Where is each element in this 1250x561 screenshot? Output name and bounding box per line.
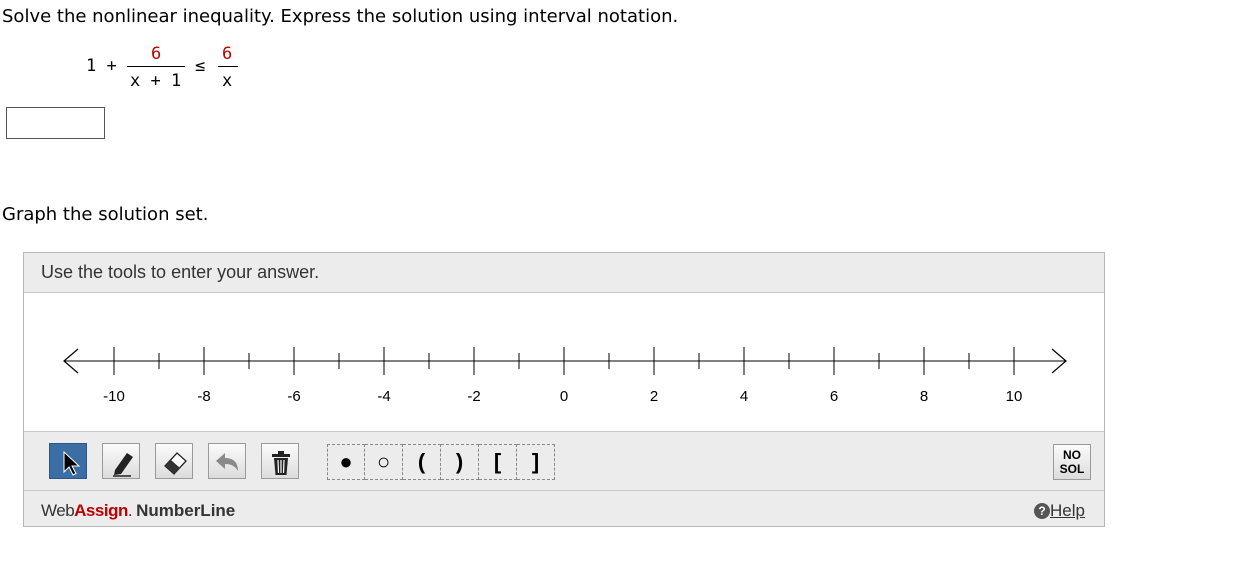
tick-marks: [113, 347, 1015, 375]
interval-answer-input[interactable]: [6, 107, 105, 139]
tick-label: 10: [1006, 388, 1023, 405]
tick-label: 2: [650, 388, 658, 405]
tick-label: -6: [287, 388, 300, 405]
lhs-denominator: x + 1: [130, 71, 182, 91]
pointer-icon: [63, 450, 81, 476]
lhs-term: 1 +: [86, 56, 117, 76]
lhs-fraction-bar: [127, 66, 185, 67]
toolbar: ● ○ ( ) [ ]: [24, 431, 1104, 491]
tick-label: -4: [377, 388, 390, 405]
right-bracket-mark[interactable]: ]: [517, 444, 555, 480]
no-solution-label-line1: NO: [1063, 448, 1081, 462]
tick-label: 8: [920, 388, 928, 405]
left-bracket-mark[interactable]: [: [479, 444, 517, 480]
tick-label: 6: [830, 388, 838, 405]
undo-tool-button[interactable]: [208, 443, 246, 479]
pointer-tool-button[interactable]: [49, 443, 87, 479]
lhs-numerator: 6: [151, 44, 162, 64]
no-solution-button[interactable]: NO SOL: [1053, 444, 1091, 480]
product-name: NumberLine: [136, 501, 236, 520]
no-solution-label-line2: SOL: [1059, 462, 1085, 476]
tick-label: -10: [103, 388, 125, 405]
delete-tool-button[interactable]: [261, 443, 299, 479]
pencil-tool-button[interactable]: [102, 443, 140, 479]
right-paren-mark[interactable]: ): [441, 444, 479, 480]
eraser-tool-button[interactable]: [155, 443, 193, 479]
rhs-fraction-bar: [218, 66, 238, 67]
webassign-logo: WebAssign. NumberLine: [41, 501, 236, 520]
instruction-bar: Use the tools to enter your answer.: [24, 253, 1104, 293]
help-link[interactable]: ? Help: [1034, 501, 1085, 521]
rhs-numerator: 6: [222, 44, 233, 64]
numberline-area[interactable]: -10 -8 -6 -4 -2 0 2 4 6 8 10: [24, 293, 1104, 431]
rhs-denominator: x: [222, 71, 233, 91]
help-label: Help: [1050, 501, 1085, 520]
eraser-icon: [164, 452, 187, 475]
number-line[interactable]: -10 -8 -6 -4 -2 0 2 4 6 8 10: [24, 293, 1104, 431]
trash-icon: [272, 451, 290, 475]
tick-label: -2: [467, 388, 480, 405]
undo-icon: [216, 453, 238, 471]
help-icon: ?: [1034, 503, 1050, 519]
tick-label: -8: [197, 388, 210, 405]
question-prompt: Solve the nonlinear inequality. Express …: [2, 6, 679, 27]
numberline-panel: Use the tools to enter your answer. -10 …: [23, 252, 1105, 527]
closed-point-mark[interactable]: ●: [327, 444, 365, 480]
tick-label: 0: [560, 388, 568, 405]
left-paren-mark[interactable]: (: [403, 444, 441, 480]
open-point-mark[interactable]: ○: [365, 444, 403, 480]
pencil-icon: [113, 453, 133, 477]
graph-section-label: Graph the solution set.: [2, 204, 209, 225]
instruction-text: Use the tools to enter your answer.: [41, 262, 320, 282]
inequality-operator: ≤: [195, 56, 206, 76]
tick-labels: -10 -8 -6 -4 -2 0 2 4 6 8 10: [103, 388, 1022, 405]
tick-label: 4: [740, 388, 748, 405]
